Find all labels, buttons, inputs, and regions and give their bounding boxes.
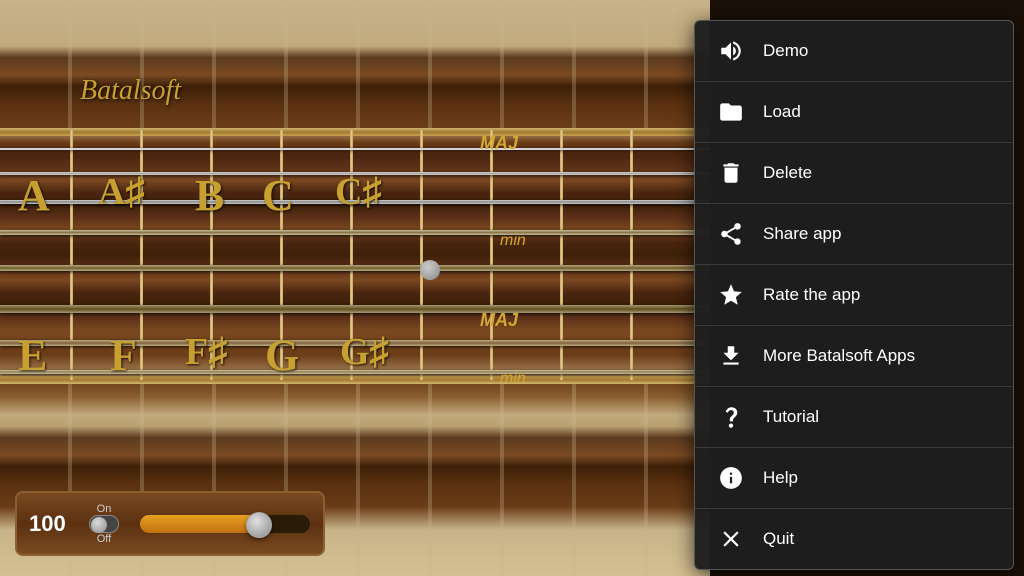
note-As: A♯ bbox=[98, 170, 144, 214]
trash-icon bbox=[715, 157, 747, 189]
context-menu: Demo Load Delete Share app bbox=[694, 20, 1014, 570]
string-6 bbox=[0, 305, 710, 313]
fret-edge-bottom bbox=[0, 376, 710, 384]
note-Fs: F♯ bbox=[185, 330, 227, 374]
question-icon bbox=[715, 401, 747, 433]
note-G: G bbox=[265, 330, 299, 381]
speaker-icon bbox=[715, 35, 747, 67]
volume-control[interactable]: 100 On Off bbox=[15, 491, 325, 556]
help-label: Help bbox=[763, 468, 798, 488]
quit-label: Quit bbox=[763, 529, 794, 549]
off-label: Off bbox=[97, 533, 111, 545]
menu-item-demo[interactable]: Demo bbox=[695, 21, 1013, 82]
rate-label: Rate the app bbox=[763, 285, 860, 305]
string-1 bbox=[0, 148, 710, 150]
menu-item-rate[interactable]: Rate the app bbox=[695, 265, 1013, 326]
logo-text: Batalsoft bbox=[80, 75, 181, 107]
note-F: F bbox=[110, 330, 137, 381]
note-A: A bbox=[18, 170, 50, 221]
note-Gs: G♯ bbox=[340, 330, 389, 374]
on-label: On bbox=[97, 503, 112, 515]
menu-item-load[interactable]: Load bbox=[695, 82, 1013, 143]
folder-icon bbox=[715, 96, 747, 128]
note-Cs: C♯ bbox=[335, 170, 381, 214]
info-icon bbox=[715, 462, 747, 494]
download-icon bbox=[715, 340, 747, 372]
guitar-background: MAJ min MAJ min A A♯ B C C♯ E F F♯ G G♯ … bbox=[0, 0, 710, 576]
close-icon bbox=[715, 523, 747, 555]
toggle-switch[interactable] bbox=[89, 515, 119, 533]
note-E: E bbox=[18, 330, 47, 381]
demo-label: Demo bbox=[763, 41, 808, 61]
on-off-toggle: On Off bbox=[84, 503, 124, 545]
string-5 bbox=[0, 265, 710, 271]
string-4 bbox=[0, 230, 710, 235]
min-label-bottom: min bbox=[500, 370, 526, 388]
menu-item-delete[interactable]: Delete bbox=[695, 143, 1013, 204]
min-label-top: min bbox=[500, 232, 526, 250]
menu-item-share[interactable]: Share app bbox=[695, 204, 1013, 265]
fret-edge-top bbox=[0, 128, 710, 136]
volume-value: 100 bbox=[29, 511, 69, 537]
share-label: Share app bbox=[763, 224, 841, 244]
delete-label: Delete bbox=[763, 163, 812, 183]
share-icon bbox=[715, 218, 747, 250]
star-icon bbox=[715, 279, 747, 311]
volume-slider[interactable] bbox=[139, 514, 311, 534]
menu-item-help[interactable]: Help bbox=[695, 448, 1013, 509]
fret-dot bbox=[420, 260, 440, 280]
tutorial-label: Tutorial bbox=[763, 407, 819, 427]
more-label: More Batalsoft Apps bbox=[763, 346, 915, 366]
note-C: C bbox=[262, 170, 294, 221]
menu-item-quit[interactable]: Quit bbox=[695, 509, 1013, 569]
note-B: B bbox=[195, 170, 224, 221]
toggle-knob bbox=[91, 517, 107, 533]
maj-label-bottom: MAJ bbox=[480, 310, 518, 331]
menu-item-tutorial[interactable]: Tutorial bbox=[695, 387, 1013, 448]
maj-label-top: MAJ bbox=[480, 133, 518, 154]
volume-slider-thumb[interactable] bbox=[246, 512, 272, 538]
load-label: Load bbox=[763, 102, 801, 122]
volume-slider-fill bbox=[140, 515, 259, 533]
menu-item-more[interactable]: More Batalsoft Apps bbox=[695, 326, 1013, 387]
